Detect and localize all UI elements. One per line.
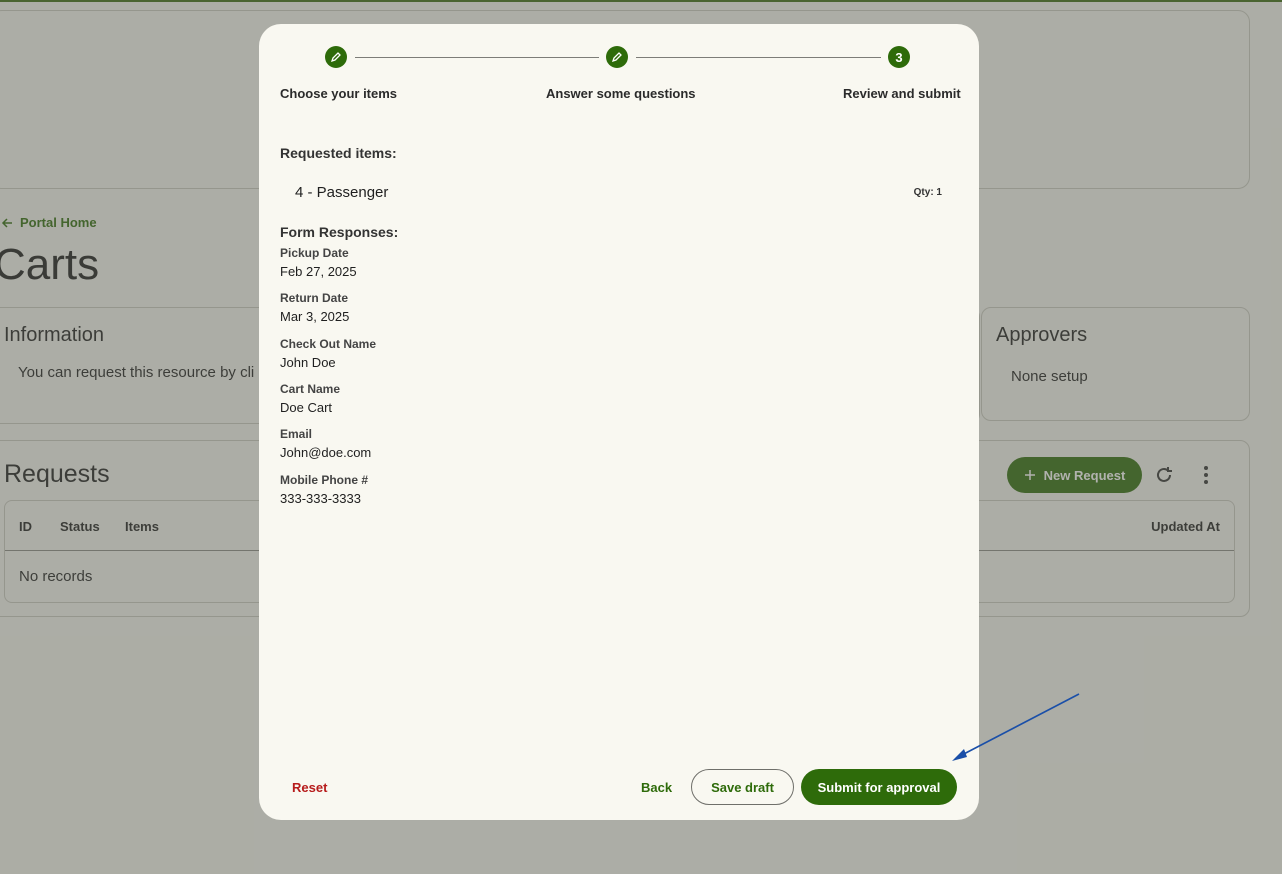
step-1-edit-icon[interactable] — [325, 46, 347, 68]
pencil-icon — [330, 52, 341, 63]
response-label-mobile-phone: Mobile Phone # — [280, 473, 369, 487]
review-dialog: 3 Choose your items Answer some question… — [259, 24, 979, 820]
requested-items-title: Requested items: — [280, 145, 397, 161]
step-2-edit-icon[interactable] — [606, 46, 628, 68]
pencil-icon — [611, 52, 622, 63]
reset-button[interactable]: Reset — [292, 780, 327, 795]
response-label-return-date: Return Date — [280, 291, 349, 305]
response-value-mobile-phone: 333-333-3333 — [280, 491, 361, 506]
response-label-email: Email — [280, 427, 313, 441]
response-label-check-out-name: Check Out Name — [280, 337, 377, 351]
response-value-check-out-name: John Doe — [280, 355, 336, 370]
response-value-pickup-date: Feb 27, 2025 — [280, 264, 357, 279]
save-draft-button[interactable]: Save draft — [691, 769, 794, 805]
response-value-cart-name: Doe Cart — [280, 400, 333, 415]
response-label-cart-name: Cart Name — [280, 382, 341, 396]
response-value-email: John@doe.com — [280, 445, 372, 460]
stepper-connector — [636, 57, 881, 58]
response-label-pickup-date: Pickup Date — [280, 246, 349, 260]
submit-for-approval-button[interactable]: Submit for approval — [801, 769, 957, 805]
requested-item-name: 4 - Passenger — [295, 184, 389, 201]
response-value-return-date: Mar 3, 2025 — [280, 309, 350, 324]
form-responses-title: Form Responses: — [280, 224, 399, 240]
step-label-review-submit: Review and submit — [843, 86, 961, 101]
annotation-arrow-icon — [952, 693, 1080, 761]
step-label-choose-items[interactable]: Choose your items — [280, 86, 397, 101]
back-button[interactable]: Back — [641, 780, 672, 795]
step-3-number: 3 — [888, 46, 910, 68]
step-label-answer-questions[interactable]: Answer some questions — [546, 86, 696, 101]
stepper-connector — [355, 57, 599, 58]
requested-item-qty: Qty: 1 — [913, 187, 942, 198]
